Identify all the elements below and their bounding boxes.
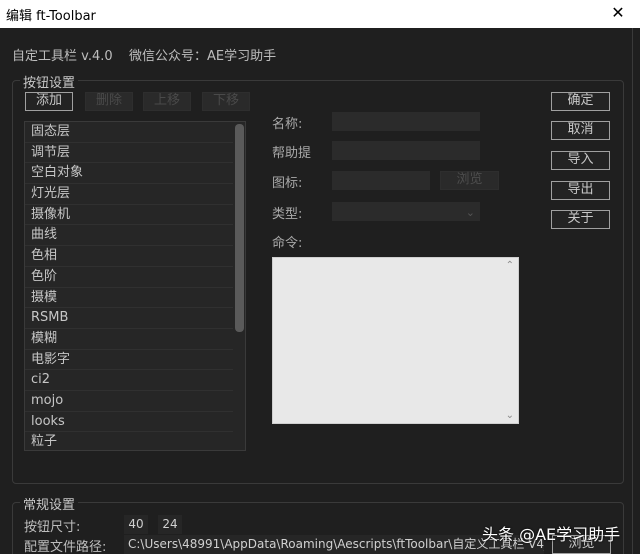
list-item[interactable]: 空白对象 <box>25 163 233 185</box>
button-list[interactable]: 固态层 调节层 空白对象 灯光层 摄像机 曲线 色相 色阶 摄模 RSMB 模糊 电影字 ci2 mojo… <box>24 121 246 451</box>
scroll-up-icon[interactable]: ⌃ <box>506 260 514 271</box>
button-width-input[interactable]: 40 <box>124 515 148 534</box>
config-path-label: 配置文件路径: <box>24 540 107 554</box>
move-up-button[interactable]: 上移 <box>143 92 191 111</box>
export-button[interactable]: 导出 <box>551 181 610 200</box>
list-item[interactable]: 调节层 <box>25 143 233 164</box>
window-title: 编辑 ft-Toolbar <box>6 9 96 24</box>
command-textarea[interactable]: ⌃ ⌄ <box>272 257 519 424</box>
import-button[interactable]: 导入 <box>551 151 610 170</box>
version-text: 自定工具栏 v.4.0 <box>12 49 113 64</box>
list-item[interactable]: mojo <box>25 391 233 412</box>
ok-button[interactable]: 确定 <box>551 92 610 111</box>
add-button[interactable]: 添加 <box>25 92 73 111</box>
button-settings-title: 按钮设置 <box>20 72 79 91</box>
delete-button[interactable]: 删除 <box>85 92 133 111</box>
list-item[interactable]: 粒子 <box>25 432 233 450</box>
list-item[interactable]: 固态层 <box>25 122 233 143</box>
type-label: 类型: <box>272 207 303 222</box>
list-item[interactable]: 色相 <box>25 246 233 267</box>
list-item[interactable]: ci2 <box>25 370 233 391</box>
tooltip-input[interactable] <box>332 141 480 160</box>
general-settings-title: 常规设置 <box>20 494 79 513</box>
list-item[interactable]: 灯光层 <box>25 184 233 205</box>
about-button[interactable]: 关于 <box>551 210 610 229</box>
command-label: 命令: <box>272 236 303 251</box>
config-path-input[interactable]: C:\Users\48991\AppData\Roaming\Aescripts… <box>124 535 544 554</box>
tooltip-label: 帮助提 <box>272 146 312 161</box>
chevron-down-icon: ⌄ <box>465 206 475 219</box>
close-icon[interactable]: ✕ <box>596 0 640 28</box>
list-item[interactable]: 电影字 <box>25 350 233 371</box>
name-label: 名称: <box>272 117 303 132</box>
window-right-border <box>632 28 633 554</box>
button-size-label: 按钮尺寸: <box>24 520 81 535</box>
list-item[interactable]: looks <box>25 412 233 433</box>
list-item[interactable]: 摄模 <box>25 288 233 309</box>
watermark-text: 头条 @AE学习助手 <box>482 525 621 544</box>
title-bar: 编辑 ft-Toolbar ✕ <box>0 0 640 28</box>
button-list-items: 固态层 调节层 空白对象 灯光层 摄像机 曲线 色相 色阶 摄模 RSMB 模糊 电影字 ci2 mojo… <box>25 122 233 450</box>
move-down-button[interactable]: 下移 <box>202 92 250 111</box>
icon-browse-button[interactable]: 浏览 <box>440 171 499 190</box>
list-item[interactable]: 曲线 <box>25 225 233 247</box>
cancel-button[interactable]: 取消 <box>551 121 610 140</box>
icon-label: 图标: <box>272 176 303 191</box>
type-select[interactable]: ⌄ <box>332 202 480 221</box>
list-item[interactable]: 色阶 <box>25 267 233 288</box>
button-height-input[interactable]: 24 <box>158 515 182 534</box>
list-item[interactable]: 摄像机 <box>25 205 233 226</box>
scroll-down-icon[interactable]: ⌄ <box>506 410 514 421</box>
wechat-text: 微信公众号：AE学习助手 <box>129 49 277 64</box>
list-item[interactable]: RSMB <box>25 308 233 329</box>
list-item[interactable]: 模糊 <box>25 329 233 350</box>
list-scrollbar[interactable] <box>235 124 244 332</box>
icon-path-input[interactable] <box>332 171 430 190</box>
name-input[interactable] <box>332 112 480 131</box>
